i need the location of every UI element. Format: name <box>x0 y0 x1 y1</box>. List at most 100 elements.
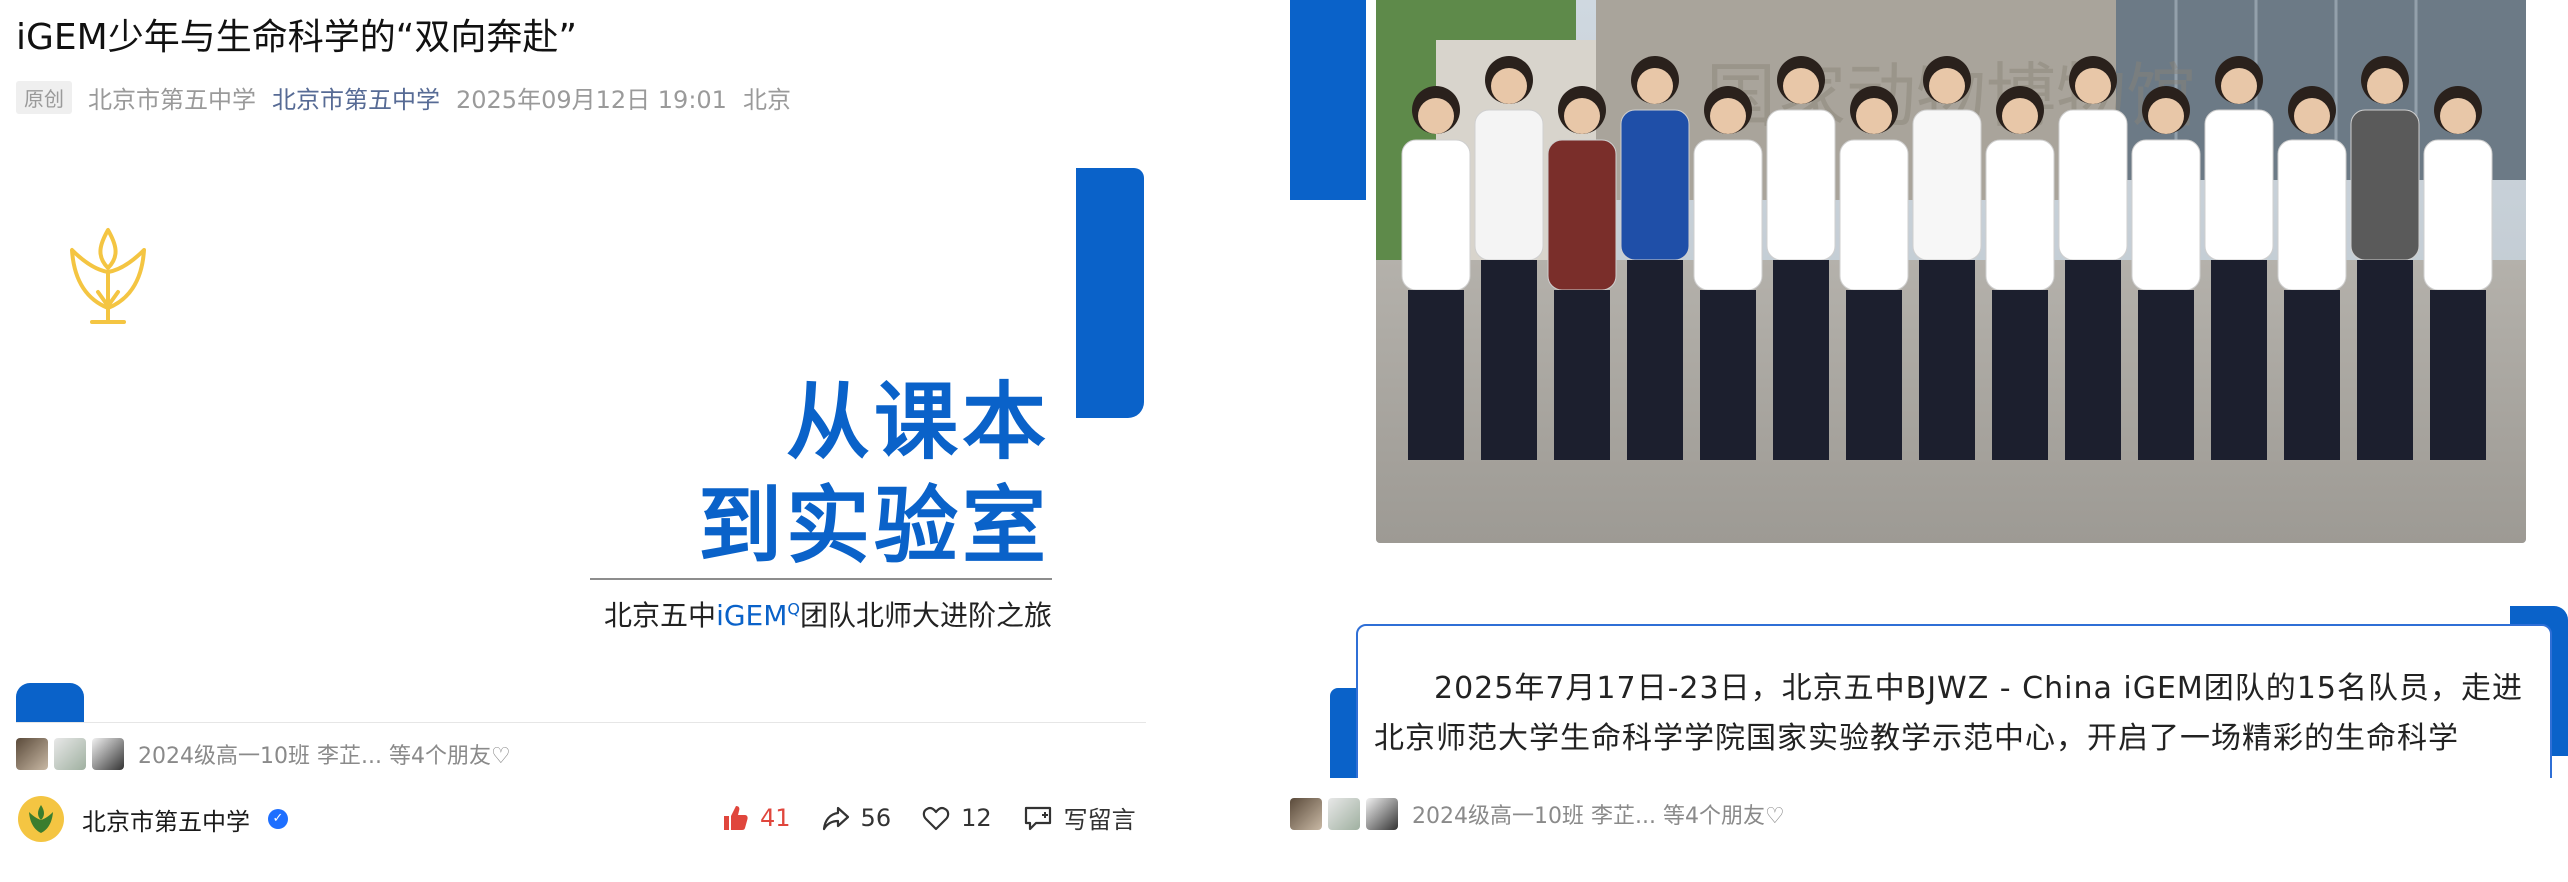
banner-subtitle: 北京五中iGEMQ团队北师大进阶之旅 <box>590 594 1052 634</box>
person-legs <box>2284 290 2340 460</box>
account-row[interactable]: 北京市第五中学 ✓ <box>18 796 288 842</box>
person-legs <box>2211 260 2267 460</box>
decor-bar-left <box>1330 688 1356 788</box>
like-button[interactable]: 41 <box>720 803 791 833</box>
person-face <box>2367 68 2403 104</box>
favorite-button[interactable]: 12 <box>921 803 992 833</box>
person-legs <box>1627 260 1683 460</box>
person-face <box>1637 68 1673 104</box>
person-legs <box>1700 290 1756 460</box>
share-icon <box>822 806 849 830</box>
person-body <box>1620 109 1690 261</box>
school-logo-icon <box>29 805 53 833</box>
avatar <box>54 738 86 770</box>
article-panel-left: iGEM少年与生命科学的“双向奔赴” 原创 北京市第五中学 北京市第五中学 20… <box>0 0 1160 882</box>
person-body <box>1985 139 2055 291</box>
original-tag: 原创 <box>16 81 72 114</box>
article-panel-right: 国家动物博物馆 2025年7月17日-23日，北京五中BJWZ - China … <box>1290 0 2568 882</box>
person-legs <box>1481 260 1537 460</box>
subtitle-accent: iGEM <box>716 599 788 632</box>
person-body <box>2423 139 2493 291</box>
person-face <box>1710 98 1746 134</box>
subtitle-mark: Q <box>787 599 800 619</box>
person-legs <box>1919 260 1975 460</box>
person-face <box>2221 68 2257 104</box>
avatar <box>1290 798 1322 830</box>
avatar <box>16 738 48 770</box>
friends-liked-row[interactable]: 2024级高一10班 李芷... 等4个朋友♡ <box>16 738 511 770</box>
person-face <box>1856 98 1892 134</box>
comment-label: 写留言 <box>1063 806 1136 834</box>
person-body <box>1766 109 1836 261</box>
account-link[interactable]: 北京市第五中学 <box>272 80 440 115</box>
publish-date: 2025年09月12日 19:01 <box>456 86 727 114</box>
person-body <box>1912 109 1982 261</box>
person-legs <box>2138 290 2194 460</box>
share-button[interactable]: 56 <box>821 803 892 833</box>
account-name[interactable]: 北京市第五中学 <box>82 802 250 837</box>
decor-bar-right <box>1076 168 1144 418</box>
comment-button[interactable]: 写留言 <box>1022 800 1136 835</box>
avatar <box>92 738 124 770</box>
account-avatar[interactable] <box>18 796 64 842</box>
school-logo-icon <box>70 228 146 324</box>
subtitle-suffix: 团队北师大进阶之旅 <box>799 599 1052 632</box>
avatar <box>1328 798 1360 830</box>
person-body <box>2131 139 2201 291</box>
person-body <box>1693 139 1763 291</box>
friends-liked-row[interactable]: 2024级高一10班 李芷... 等4个朋友♡ <box>1290 798 1785 830</box>
person-body <box>1401 139 1471 291</box>
person-body <box>1547 139 1617 291</box>
group-photo[interactable]: 国家动物博物馆 <box>1376 0 2526 543</box>
person-body <box>2277 139 2347 291</box>
person-face <box>1564 98 1600 134</box>
person-face <box>2002 98 2038 134</box>
person-body <box>2204 109 2274 261</box>
person-face <box>1491 68 1527 104</box>
person-legs <box>2357 260 2413 460</box>
thumbs-up-icon <box>724 805 748 830</box>
headline-line2: 到实验室 <box>697 477 1050 575</box>
share-count: 56 <box>860 803 892 832</box>
publish-location: 北京 <box>742 86 791 114</box>
person-face <box>2440 98 2476 134</box>
person-face <box>1783 68 1819 104</box>
person-face <box>2148 98 2184 134</box>
person-face <box>1418 98 1454 134</box>
verified-icon: ✓ <box>268 809 288 829</box>
subtitle-prefix: 北京五中 <box>604 599 717 632</box>
banner-headline: 从课本 到实验室 <box>520 370 1050 578</box>
person-face <box>2075 68 2111 104</box>
person-body <box>2058 109 2128 261</box>
friends-liked-text: 2024级高一10班 李芷... 等4个朋友♡ <box>1412 804 1785 829</box>
section-divider <box>16 722 1146 723</box>
person-body <box>1474 109 1544 261</box>
person-body <box>2350 109 2420 261</box>
person-body <box>1839 139 1909 291</box>
author-name: 北京市第五中学 <box>88 86 256 114</box>
intro-callout-text: 2025年7月17日-23日，北京五中BJWZ - China iGEM团队的1… <box>1374 671 2523 756</box>
article-actions: 41 56 12 写留言 <box>720 800 1136 835</box>
article-meta: 原创 北京市第五中学 北京市第五中学 2025年09月12日 19:01 北京 <box>16 80 791 115</box>
person-legs <box>1554 290 1610 460</box>
person-legs <box>2065 260 2121 460</box>
content-cutoff <box>1290 778 2568 882</box>
article-title: iGEM少年与生命科学的“双向奔赴” <box>16 17 578 58</box>
person-legs <box>1846 290 1902 460</box>
person-face <box>1929 68 1965 104</box>
person-legs <box>1773 260 1829 460</box>
friends-liked-text: 2024级高一10班 李芷... 等4个朋友♡ <box>138 744 511 769</box>
person-legs <box>1408 290 1464 460</box>
decor-block-left <box>1290 0 1366 200</box>
decor-bar-bottom <box>16 683 84 723</box>
headline-line1: 从课本 <box>785 373 1050 471</box>
banner-divider <box>590 578 1052 580</box>
heart-icon <box>922 806 950 830</box>
like-count: 41 <box>760 803 791 832</box>
person-legs <box>2430 290 2486 460</box>
person-legs <box>1992 290 2048 460</box>
avatar <box>1366 798 1398 830</box>
person-face <box>2294 98 2330 134</box>
comment-icon <box>1024 806 1051 830</box>
favorite-count: 12 <box>961 803 992 832</box>
